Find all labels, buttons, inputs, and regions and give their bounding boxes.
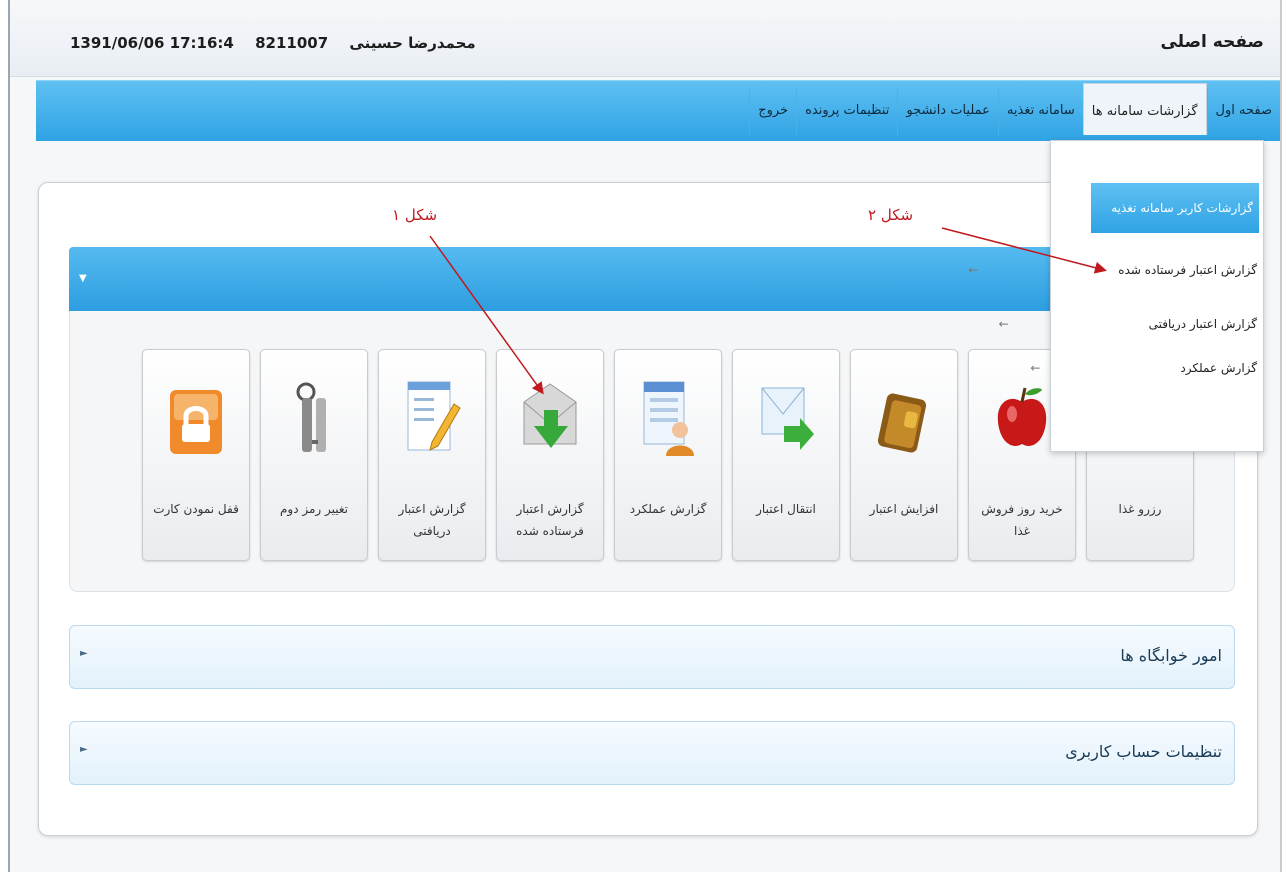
lock-icon	[170, 390, 222, 454]
arrow-left-icon: ←	[998, 317, 1009, 331]
chevron-down-icon: ▼	[79, 273, 87, 284]
menu-item-received-credit-report[interactable]: ← گزارش اعتبار دریافتی	[999, 317, 1257, 331]
wallet-icon	[877, 393, 927, 453]
menu-item-performance-report[interactable]: ← گزارش عملکرد	[1030, 361, 1257, 375]
tile-label: انتقال اعتبار	[756, 502, 816, 516]
tile-label: تغییر رمز دوم	[279, 502, 349, 516]
nav-item-nutrition-system[interactable]: سامانه تغذیه	[997, 89, 1083, 135]
page-title: صفحه اصلی	[1160, 32, 1264, 52]
menu-item-sent-credit-report[interactable]: ← گزارش اعتبار فرستاده شده	[968, 263, 1257, 277]
user-id: 8211007	[255, 34, 329, 52]
apple-icon	[997, 387, 1047, 446]
menu-item-label: گزارش اعتبار دریافتی	[1148, 317, 1257, 331]
menu-item-label: گزارش اعتبار فرستاده شده	[1118, 263, 1257, 277]
chevron-right-icon: ►	[80, 648, 88, 659]
nav-item-logout[interactable]: خروج	[749, 89, 796, 135]
nav-item-profile-settings[interactable]: تنظیمات پرونده	[796, 89, 897, 135]
tile-label: گزارش عملکرد	[629, 502, 707, 516]
tile-increase-credit[interactable]: افزایش اعتبار	[850, 349, 958, 561]
section-dormitory-label: امور خوابگاه ها	[1120, 646, 1222, 665]
section-dormitory[interactable]: ► امور خوابگاه ها	[69, 625, 1235, 689]
datetime: 1391/06/06 17:16:4	[70, 34, 234, 52]
tile-sent-credit-report[interactable]: گزارش اعتبار فرستاده شده	[496, 349, 604, 561]
nav-item-system-reports[interactable]: گزارشات سامانه ها	[1082, 83, 1207, 135]
tile-label: رزرو غذا	[1118, 502, 1162, 516]
report-person-icon	[643, 381, 694, 456]
menu-item-label: گزارش عملکرد	[1180, 361, 1257, 375]
tile-label: افزایش اعتبار	[869, 502, 939, 516]
tile-label: قفل نمودن کارت	[153, 502, 239, 516]
arrow-left-icon: ←	[1030, 361, 1041, 375]
tile-received-credit-report[interactable]: گزارش اعتبار دریافتی	[378, 349, 486, 561]
nav-item-home[interactable]: صفحه اول	[1206, 89, 1280, 135]
section-account-settings[interactable]: ► تنظیمات حساب کاربری	[69, 721, 1235, 785]
annotation-figure-1: شکل ۱	[392, 206, 438, 224]
tile-change-second-password[interactable]: تغییر رمز دوم	[260, 349, 368, 561]
dropdown-header[interactable]: گزارشات کاربر سامانه تغذیه	[1091, 183, 1259, 233]
tile-label: گزارش اعتبار فرستاده شده	[516, 502, 584, 538]
app-window: صفحه اصلی 1391/06/06 17:16:4 8211007 محم…	[8, 0, 1282, 872]
tile-lock-card[interactable]: قفل نمودن کارت	[142, 349, 250, 561]
mail-transfer-icon	[761, 387, 814, 450]
section-account-settings-label: تنظیمات حساب کاربری	[1065, 742, 1222, 761]
chevron-right-icon: ►	[80, 744, 88, 755]
tile-label: گزارش اعتبار دریافتی	[398, 502, 466, 538]
tile-performance-report[interactable]: گزارش عملکرد	[614, 349, 722, 561]
top-header: صفحه اصلی 1391/06/06 17:16:4 8211007 محم…	[10, 8, 1280, 77]
keys-icon	[296, 382, 326, 452]
envelope-down-icon	[523, 383, 577, 448]
reports-dropdown-menu: گزارشات کاربر سامانه تغذیه ← گزارش اعتبا…	[968, 140, 1264, 452]
tile-transfer-credit[interactable]: انتقال اعتبار	[732, 349, 840, 561]
main-nav: صفحه اول گزارشات سامانه ها سامانه تغذیه …	[36, 80, 1280, 141]
annotation-figure-2: شکل ۲	[868, 206, 914, 224]
user-name: محمدرضا حسینی	[349, 34, 476, 52]
arrow-left-icon: ←	[968, 263, 979, 277]
notepad-pencil-icon	[407, 381, 461, 451]
nav-item-student-operations[interactable]: عملیات دانشجو	[897, 89, 998, 135]
tile-label: خرید روز فروش غذا	[981, 502, 1063, 538]
tile-grid: رزرو غذا خرید روز فروش غذا افزایش اعتبار…	[142, 349, 1194, 561]
user-info: 1391/06/06 17:16:4 8211007 محمدرضا حسینی	[70, 34, 492, 52]
